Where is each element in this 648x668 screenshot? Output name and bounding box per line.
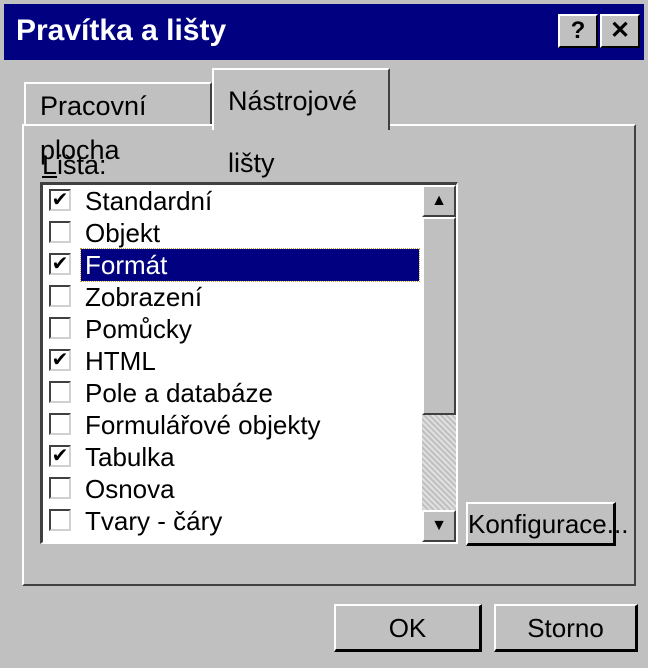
scroll-up-arrow-icon[interactable]: ▲	[422, 185, 456, 217]
dialog-window: Pravítka a lišty ? ✕ Pracovní plocha Nás…	[0, 0, 648, 668]
cancel-button[interactable]: Storno	[494, 604, 638, 652]
ok-button[interactable]: OK	[334, 604, 482, 652]
list-item-label: Tvary - čáry	[85, 506, 223, 536]
close-button[interactable]: ✕	[600, 14, 640, 48]
vertical-scrollbar[interactable]: ▲ ▼	[422, 185, 456, 542]
checkbox[interactable]	[49, 509, 71, 531]
list-item-html[interactable]: ✔ HTML	[43, 345, 419, 377]
list-item-pole-a-databaze[interactable]: Pole a databáze	[43, 377, 419, 409]
list-item-tvary-cary[interactable]: Tvary - čáry	[43, 505, 419, 537]
checkbox[interactable]	[49, 413, 71, 435]
list-item-osnova[interactable]: Osnova	[43, 473, 419, 505]
checkbox[interactable]: ✔	[49, 189, 71, 211]
tab-nastrojove-listy[interactable]: Nástrojové lišty	[212, 68, 390, 178]
list-item-label: Tabulka	[85, 442, 175, 472]
list-item-objekt[interactable]: Objekt	[43, 217, 419, 249]
list-item-tabulka[interactable]: ✔ Tabulka	[43, 441, 419, 473]
list-item-pomucky[interactable]: Pomůcky	[43, 313, 419, 345]
configure-button[interactable]: Konfigurace...	[466, 502, 628, 546]
list-item-label: Osnova	[85, 474, 175, 504]
checkbox[interactable]	[49, 285, 71, 307]
checkbox[interactable]	[49, 221, 71, 243]
list-item-format[interactable]: ✔ Formát	[43, 248, 420, 282]
checkbox[interactable]	[49, 317, 71, 339]
list-item-label: HTML	[85, 346, 156, 376]
checkbox[interactable]: ✔	[49, 349, 71, 371]
checkbox[interactable]	[49, 381, 71, 403]
list-item-label: Objekt	[85, 218, 161, 248]
scroll-down-arrow-icon[interactable]: ▼	[422, 510, 456, 542]
list-item-zobrazeni[interactable]: Zobrazení	[43, 281, 419, 313]
list-item-label: Pomůcky	[85, 314, 192, 344]
list-label: Lišta:	[42, 150, 107, 180]
title-bar[interactable]: Pravítka a lišty ? ✕	[4, 4, 644, 60]
list-item-formularove-objekty[interactable]: Formulářové objekty	[43, 409, 419, 441]
checkbox[interactable]	[49, 477, 71, 499]
list-items: ✔ Standardní Objekt ✔ Formát Zobrazení P…	[43, 185, 420, 537]
help-button[interactable]: ?	[558, 14, 598, 48]
list-item-label: Pole a databáze	[85, 378, 273, 408]
toolbar-listbox[interactable]: ✔ Standardní Objekt ✔ Formát Zobrazení P…	[40, 182, 458, 544]
scrollbar-thumb[interactable]	[422, 217, 456, 415]
tab-pracovni-plocha[interactable]: Pracovní plocha	[24, 82, 212, 165]
list-item-label: Formát	[80, 248, 420, 282]
checkbox[interactable]: ✔	[49, 253, 71, 275]
list-item-label: Formulářové objekty	[85, 410, 321, 440]
list-item-label: Zobrazení	[85, 282, 203, 312]
checkbox[interactable]: ✔	[49, 445, 71, 467]
window-title: Pravítka a lišty	[16, 14, 227, 47]
